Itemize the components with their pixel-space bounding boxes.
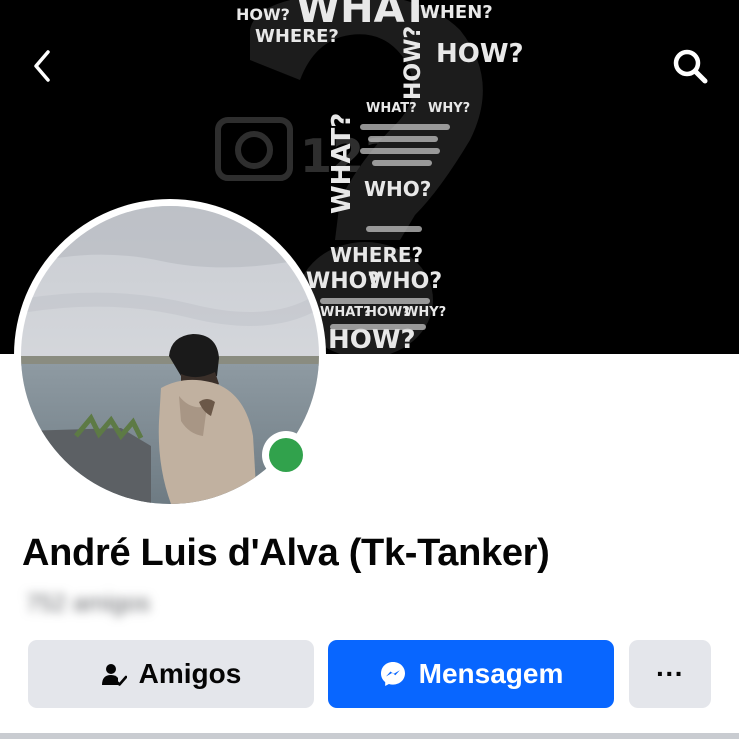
friends-count[interactable]: 752 amigos [26, 590, 150, 618]
svg-text:HOW?: HOW? [436, 39, 524, 69]
chevron-left-icon [34, 50, 50, 82]
search-icon [673, 49, 708, 84]
svg-text:HOW?: HOW? [401, 26, 426, 100]
online-status-indicator [262, 431, 310, 479]
section-divider [0, 733, 739, 739]
svg-text:WHY?: WHY? [404, 305, 446, 320]
svg-text:WHO?: WHO? [368, 269, 442, 294]
message-button-label: Mensagem [418, 658, 564, 689]
messenger-icon [380, 662, 405, 686]
message-button[interactable]: Mensagem [328, 640, 614, 708]
more-options-icon: ··· [656, 658, 684, 689]
svg-text:WHERE?: WHERE? [330, 243, 423, 267]
svg-text:WHO?: WHO? [364, 177, 431, 201]
svg-text:WHAT?: WHAT? [320, 305, 371, 320]
profile-picture[interactable] [14, 199, 326, 511]
back-button[interactable] [22, 44, 62, 88]
svg-text:WHAT?: WHAT? [327, 113, 357, 214]
search-button[interactable] [668, 44, 712, 88]
friends-button[interactable]: Amigos [28, 640, 314, 708]
friend-check-icon [101, 664, 127, 686]
svg-text:HOW?: HOW? [236, 5, 290, 24]
svg-text:WHAT?: WHAT? [366, 101, 417, 116]
profile-name: André Luis d'Alva (Tk-Tanker) [22, 532, 550, 574]
more-options-button[interactable]: ··· [629, 640, 711, 708]
svg-text:WHY?: WHY? [428, 101, 470, 116]
friends-button-label: Amigos [138, 658, 242, 689]
svg-text:WHERE?: WHERE? [255, 26, 339, 47]
svg-text:WHEN?: WHEN? [420, 2, 493, 23]
